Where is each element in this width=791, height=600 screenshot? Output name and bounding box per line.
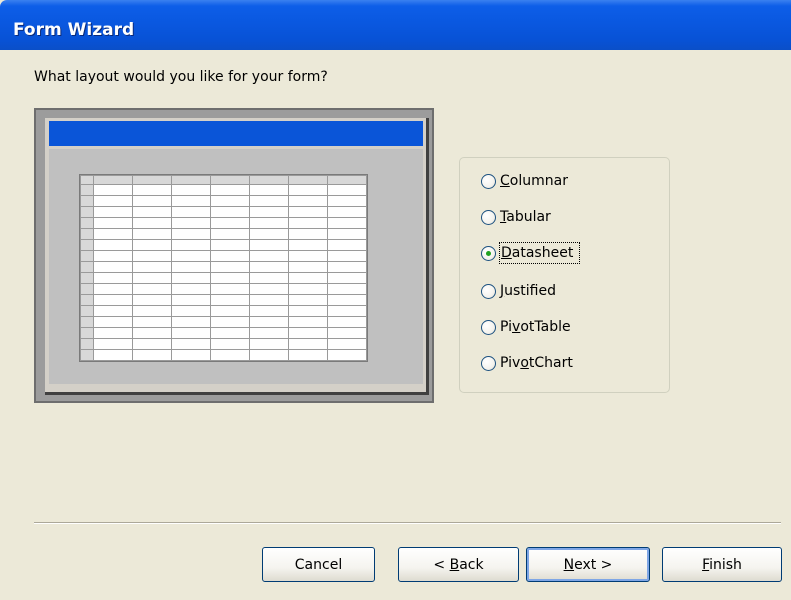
back-button[interactable]: < Back <box>398 547 519 582</box>
title-bar: Form Wizard <box>0 0 791 50</box>
justified-radio[interactable] <box>481 283 496 299</box>
back-button-label: < Back <box>433 556 484 573</box>
button-separator <box>34 522 781 524</box>
window-title: Form Wizard <box>13 20 135 40</box>
option-pivotchart[interactable]: PivotChart <box>481 351 573 375</box>
next-button[interactable]: Next > <box>526 547 650 582</box>
layout-options-group: Columnar Tabular Datasheet Justified Piv… <box>459 157 670 393</box>
tabular-radio[interactable] <box>481 209 496 225</box>
pivotchart-radio[interactable] <box>481 355 496 371</box>
preview-form-header <box>49 121 423 146</box>
columnar-radio[interactable] <box>481 173 496 189</box>
pivottable-radio[interactable] <box>481 319 496 335</box>
preview-form-body <box>49 149 423 384</box>
option-datasheet[interactable]: Datasheet <box>481 241 581 265</box>
finish-button-label: Finish <box>702 556 742 573</box>
cancel-button[interactable]: Cancel <box>262 547 375 582</box>
option-label: Datasheet <box>498 242 581 264</box>
datasheet-radio[interactable] <box>481 245 496 261</box>
preview-form <box>45 118 429 395</box>
option-label: Tabular <box>500 209 551 225</box>
finish-button[interactable]: Finish <box>662 547 782 582</box>
option-justified[interactable]: Justified <box>481 279 556 303</box>
option-pivottable[interactable]: PivotTable <box>481 315 571 339</box>
option-label: Justified <box>500 283 557 299</box>
preview-datasheet-grid <box>79 174 368 362</box>
option-label: PivotChart <box>500 355 573 371</box>
option-columnar[interactable]: Columnar <box>481 169 568 193</box>
option-label: Columnar <box>500 173 568 189</box>
option-tabular[interactable]: Tabular <box>481 205 551 229</box>
layout-prompt: What layout would you like for your form… <box>34 69 328 85</box>
next-button-label: Next > <box>563 556 613 573</box>
layout-preview <box>34 108 434 403</box>
cancel-button-label: Cancel <box>294 556 343 573</box>
option-label: PivotTable <box>500 319 571 335</box>
